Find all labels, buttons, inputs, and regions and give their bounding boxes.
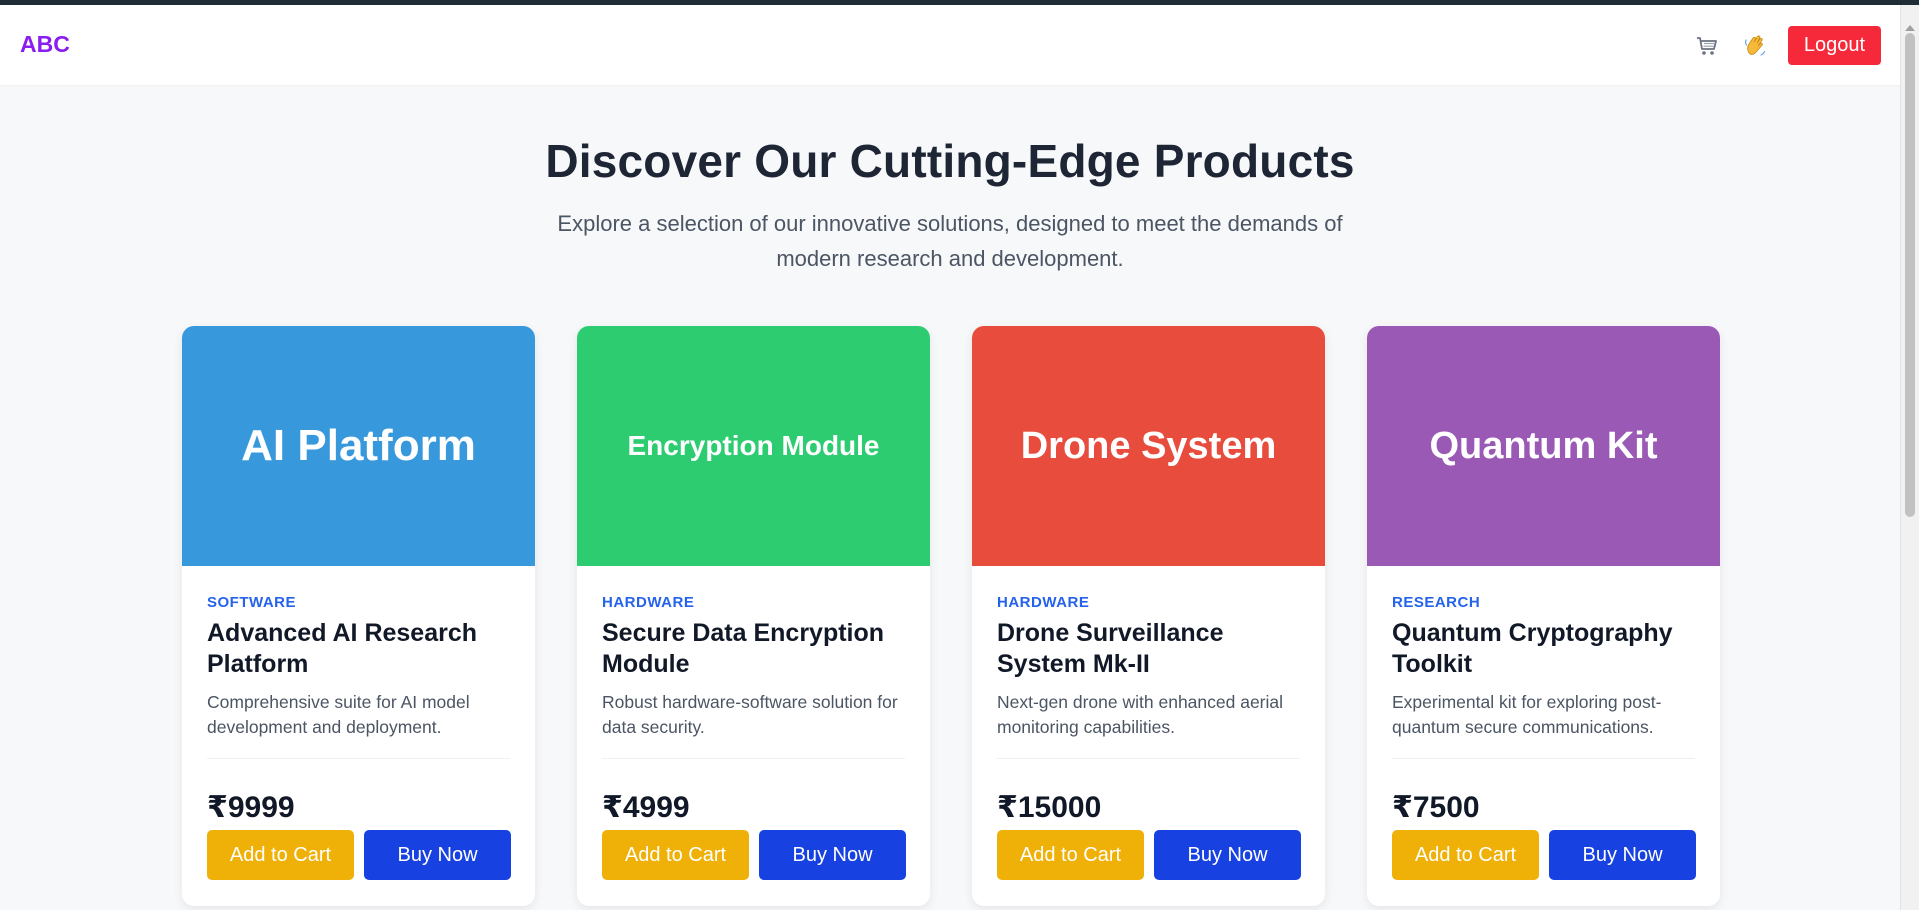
product-card: AI Platform SOFTWARE Advanced AI Researc… [182,326,535,906]
page-subtitle: Explore a selection of our innovative so… [557,211,1343,271]
add-to-cart-button[interactable]: Add to Cart [997,830,1144,880]
product-name[interactable]: Drone Surveillance System Mk-II [997,618,1297,680]
scroll-thumb[interactable] [1905,33,1915,517]
product-banner[interactable]: Drone System [972,326,1325,566]
product-description: Experimental kit for exploring post-quan… [1392,692,1662,737]
scroll-up-arrow-icon[interactable] [1905,25,1915,31]
product-card: Quantum Kit RESEARCH Quantum Cryptograph… [1367,326,1720,906]
product-card: Encryption Module HARDWARE Secure Data E… [577,326,930,906]
page-scrollbar[interactable] [1900,5,1919,910]
buy-now-button[interactable]: Buy Now [1549,830,1696,880]
product-price: ₹4999 [602,791,690,824]
cart-icon[interactable] [1692,31,1722,61]
product-name[interactable]: Advanced AI Research Platform [207,618,507,680]
page-title: Discover Our Cutting-Edge Products [545,135,1355,187]
buy-now-button[interactable]: Buy Now [1154,830,1301,880]
add-to-cart-button[interactable]: Add to Cart [1392,830,1539,880]
product-banner-label: AI Platform [241,421,476,470]
waving-hand-icon[interactable] [1740,31,1770,61]
product-category: RESEARCH [1392,594,1481,611]
product-price: ₹9999 [207,791,295,824]
card-divider [602,758,905,759]
product-banner[interactable]: Encryption Module [577,326,930,566]
product-banner[interactable]: AI Platform [182,326,535,566]
product-name[interactable]: Secure Data Encryption Module [602,618,902,680]
product-banner-label: Encryption Module [627,430,880,461]
product-banner-label: Quantum Kit [1429,424,1658,467]
add-to-cart-button[interactable]: Add to Cart [602,830,749,880]
product-category: HARDWARE [602,594,695,611]
logout-button[interactable]: Logout [1788,26,1881,65]
navbar: ABC Logout [0,5,1900,85]
product-category: HARDWARE [997,594,1090,611]
card-divider [1392,758,1695,759]
buy-now-button[interactable]: Buy Now [759,830,906,880]
product-category: SOFTWARE [207,594,296,611]
product-description: Next-gen drone with enhanced aerial moni… [997,692,1284,737]
product-banner[interactable]: Quantum Kit [1367,326,1720,566]
buy-now-button[interactable]: Buy Now [364,830,511,880]
product-price: ₹15000 [997,791,1102,824]
card-divider [207,758,510,759]
card-divider [997,758,1300,759]
add-to-cart-button[interactable]: Add to Cart [207,830,354,880]
product-price: ₹7500 [1392,791,1480,824]
product-banner-label: Drone System [1020,424,1277,467]
product-description: Comprehensive suite for AI model develop… [207,692,470,737]
brand-logo[interactable]: ABC [20,31,70,58]
product-card: Drone System HARDWARE Drone Surveillance… [972,326,1325,906]
product-name[interactable]: Quantum Cryptography Toolkit [1392,618,1692,680]
product-description: Robust hardware-software solution for da… [602,692,898,737]
